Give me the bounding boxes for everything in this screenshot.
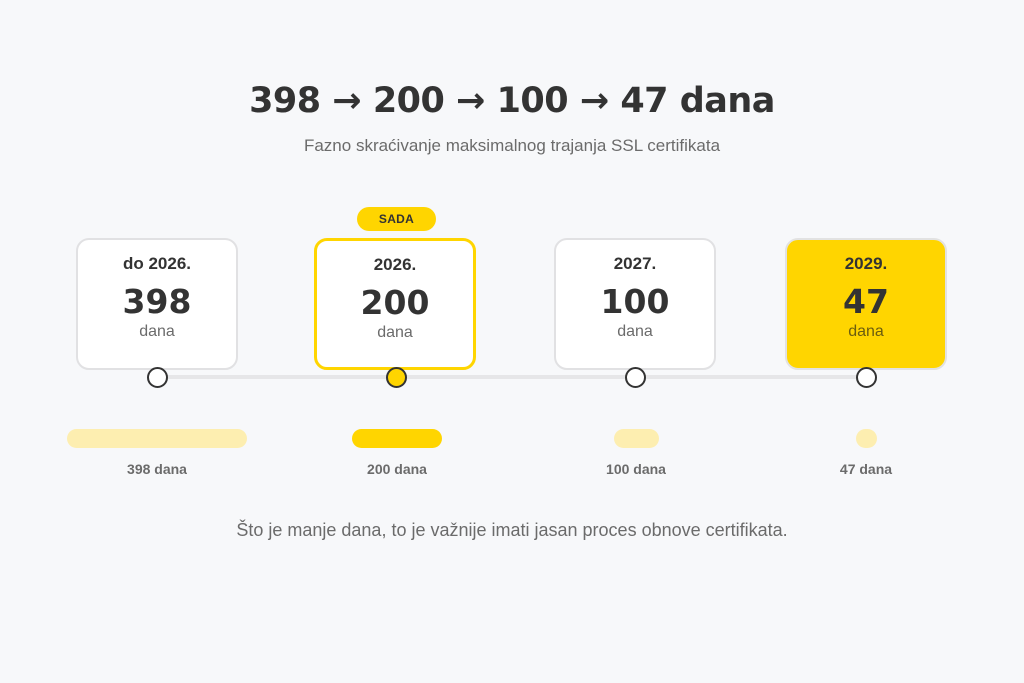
footer-note: Što je manje dana, to je važnije imati j… [236,520,788,540]
duration-bar [613,429,659,448]
stage-unit: dana [617,323,653,340]
stage-days: 398 [122,282,192,321]
timeline-dot [625,367,646,388]
duration-bar-current [352,429,442,448]
timeline-line [157,375,866,379]
duration-bar-label: 100 dana [606,461,666,477]
duration-bar-label: 47 dana [839,461,893,477]
stage-year: do 2026. [122,254,192,273]
stage-unit: dana [377,324,413,341]
stage-card-3: 2027. 100 dana [554,238,716,370]
stage-year: 2026. [373,255,417,274]
duration-bar [855,429,877,448]
timeline-dot [147,367,168,388]
stage-card-2-current: 2026. 200 dana [314,238,476,370]
duration-bar-label: 200 dana [367,461,427,477]
stage-card-1: do 2026. 398 dana [76,238,238,370]
duration-bar-label: 398 dana [127,461,187,477]
stage-unit: dana [848,323,884,340]
page-title: 398 → 200 → 100 → 47 dana [249,81,775,121]
timeline-dot-current [386,367,407,388]
stage-days: 200 [360,283,430,322]
timeline-dot [856,367,877,388]
stage-card-4-final: 2029. 47 dana [785,238,947,370]
stage-year: 2027. [613,254,657,273]
stage-unit: dana [139,323,175,340]
stage-days: 47 [843,282,889,321]
page-subtitle: Fazno skraćivanje maksimalnog trajanja S… [303,136,721,155]
stage-days: 100 [600,282,670,321]
duration-bar [67,429,247,448]
stage-year: 2029. [844,254,888,273]
current-stage-badge: SADA [357,207,436,231]
